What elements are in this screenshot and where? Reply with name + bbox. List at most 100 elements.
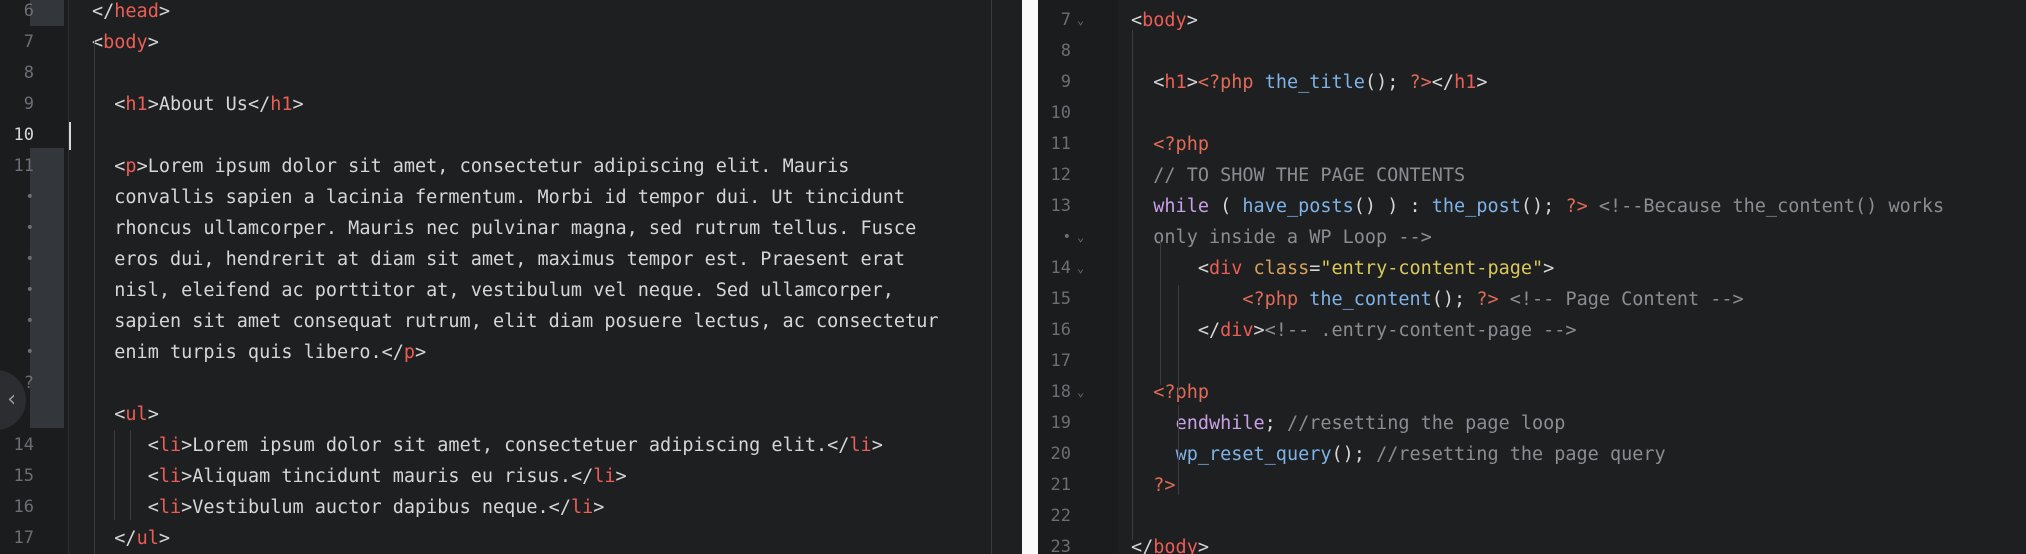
line-number: 7 [23, 32, 34, 52]
code-line[interactable]: 8 [1038, 36, 2026, 67]
wrap-marker: • [25, 313, 34, 329]
line-number: 16 [1050, 320, 1071, 340]
code-text: </head> [92, 1, 170, 22]
line-number: 16 [13, 497, 34, 517]
line-number: 14 [1050, 258, 1071, 278]
code-text: nisl, eleifend ac porttitor at, vestibul… [114, 280, 894, 301]
code-text: <body> [92, 32, 159, 53]
code-text: <h1>About Us</h1> [114, 94, 304, 115]
code-line[interactable]: 13 while ( have_posts() ) : the_post(); … [1038, 191, 2026, 222]
code-line[interactable]: 7 <body> [0, 27, 1022, 58]
code-text: </div><!-- .entry-content-page --> [1197, 320, 1577, 341]
line-number: 23 [1050, 537, 1071, 554]
code-text: enim turpis quis libero.</p> [114, 342, 427, 363]
code-line[interactable]: • eros dui, hendrerit at diam sit amet, … [0, 244, 1022, 275]
code-line[interactable]: 18 ⌄ <?php [1038, 377, 2026, 408]
indent-guide [94, 40, 95, 554]
code-text: sapien sit amet consequat rutrum, elit d… [114, 311, 939, 332]
indent-guide [1160, 240, 1161, 385]
code-line[interactable]: 17 [1038, 346, 2026, 377]
code-line[interactable]: <ul> [0, 399, 1022, 430]
fold-chevron-icon[interactable]: ⌄ [1077, 377, 1084, 408]
right-code-area[interactable]: 7 ⌄ <body> 8 9 <h1><?php the_title(); ?></h1… [1038, 0, 2026, 554]
code-text: rhoncus ullamcorper. Mauris nec pulvinar… [114, 218, 917, 239]
indent-guide [1178, 285, 1179, 395]
code-line[interactable]: 9 <h1><?php the_title(); ?></h1> [1038, 67, 2026, 98]
code-line[interactable]: 6 </head> [0, 0, 1022, 27]
code-line[interactable]: 7 ⌄ <body> [1038, 5, 2026, 36]
code-text: <h1><?php the_title(); ?></h1> [1153, 72, 1488, 93]
wrap-marker: • [1062, 229, 1071, 245]
code-text: <ul> [114, 404, 159, 425]
wrap-marker: • [25, 220, 34, 236]
wrap-marker: • [25, 344, 34, 360]
code-text: endwhile; //resetting the page loop [1175, 413, 1566, 434]
code-text: <div class="entry-content-page"> [1197, 258, 1555, 279]
code-line[interactable]: 11 <?php [1038, 129, 2026, 160]
code-line[interactable]: 10 [1038, 98, 2026, 129]
code-line[interactable]: 14 <li>Lorem ipsum dolor sit amet, conse… [0, 430, 1022, 461]
code-line[interactable]: • ⌄ only inside a WP Loop --> [1038, 222, 2026, 253]
code-line[interactable]: ? [0, 368, 1022, 399]
code-line[interactable]: 17 </ul> [0, 523, 1022, 554]
code-line[interactable]: 11 <p>Lorem ipsum dolor sit amet, consec… [0, 151, 1022, 182]
code-line[interactable]: 15 <?php the_content(); ?> <!-- Page Con… [1038, 284, 2026, 315]
line-number: 9 [1060, 72, 1071, 92]
left-editor-pane[interactable]: 6 </head> 7 <body> 8 9 <h1>About Us</h1> 10 11 … [0, 0, 1022, 554]
indent-guide [130, 430, 131, 520]
wrap-marker: • [25, 282, 34, 298]
line-number: 18 [1050, 382, 1071, 402]
code-text: while ( have_posts() ) : the_post(); ?> … [1153, 196, 1945, 217]
line-number: 8 [1060, 41, 1071, 61]
code-line[interactable]: 15 <li>Aliquam tincidunt mauris eu risus… [0, 461, 1022, 492]
code-text: <li>Aliquam tincidunt mauris eu risus.</… [147, 466, 627, 487]
line-number: 11 [1050, 134, 1071, 154]
line-number: 8 [23, 63, 34, 83]
code-line[interactable]: 14 ⌄ <div class="entry-content-page"> [1038, 253, 2026, 284]
line-number: 22 [1050, 506, 1071, 526]
code-line[interactable]: 16 </div><!-- .entry-content-page --> [1038, 315, 2026, 346]
code-text: eros dui, hendrerit at diam sit amet, ma… [114, 249, 906, 270]
code-text: <?php [1153, 382, 1209, 403]
right-editor-pane[interactable]: 7 ⌄ <body> 8 9 <h1><?php the_title(); ?></h1… [1038, 0, 2026, 554]
code-line[interactable]: • convallis sapien a lacinia fermentum. … [0, 182, 1022, 213]
code-line[interactable]: 20 wp_reset_query(); //resetting the pag… [1038, 439, 2026, 470]
code-line[interactable]: 9 <h1>About Us</h1> [0, 89, 1022, 120]
code-line[interactable]: 21 ?> [1038, 470, 2026, 501]
code-text: </body> [1131, 537, 1209, 554]
code-text: <p>Lorem ipsum dolor sit amet, consectet… [114, 156, 850, 177]
line-number: 6 [23, 1, 34, 21]
code-line[interactable]: 23 </body> [1038, 532, 2026, 554]
code-line[interactable]: 22 [1038, 501, 2026, 532]
wrap-marker: • [25, 251, 34, 267]
left-code-area[interactable]: 6 </head> 7 <body> 8 9 <h1>About Us</h1> 10 11 … [0, 0, 1022, 554]
fold-chevron-icon[interactable]: ⌄ [1077, 253, 1084, 284]
split-pane-divider[interactable] [1022, 0, 1038, 554]
code-line[interactable]: • rhoncus ullamcorper. Mauris nec pulvin… [0, 213, 1022, 244]
scrollbar-track[interactable] [991, 0, 992, 554]
code-text: <li>Vestibulum auctor dapibus neque.</li… [147, 497, 605, 518]
fold-chevron-icon[interactable]: ⌄ [1077, 222, 1084, 253]
line-number: 9 [23, 94, 34, 114]
line-number: 10 [13, 125, 34, 145]
line-number: 21 [1050, 475, 1071, 495]
line-number: 13 [1050, 196, 1071, 216]
code-line[interactable]: 12 // TO SHOW THE PAGE CONTENTS [1038, 160, 2026, 191]
code-line[interactable]: • nisl, eleifend ac porttitor at, vestib… [0, 275, 1022, 306]
code-text: only inside a WP Loop --> [1153, 227, 1432, 248]
code-text: convallis sapien a lacinia fermentum. Mo… [114, 187, 906, 208]
fold-chevron-icon[interactable]: ⌄ [1077, 5, 1084, 36]
code-line[interactable]: 19 endwhile; //resetting the page loop [1038, 408, 2026, 439]
indent-guide [1132, 30, 1133, 540]
code-line[interactable]: • sapien sit amet consequat rutrum, elit… [0, 306, 1022, 337]
wrap-marker: • [25, 189, 34, 205]
code-text: ?> [1153, 475, 1176, 496]
code-text: wp_reset_query(); //resetting the page q… [1175, 444, 1666, 465]
line-number: 20 [1050, 444, 1071, 464]
code-text: <?php the_content(); ?> <!-- Page Conten… [1242, 289, 1744, 310]
code-line[interactable]: • enim turpis quis libero.</p> [0, 337, 1022, 368]
code-line[interactable]: 8 [0, 58, 1022, 89]
code-line[interactable]: 10 [0, 120, 1022, 151]
code-line[interactable]: 16 <li>Vestibulum auctor dapibus neque.<… [0, 492, 1022, 523]
line-number: 11 [13, 156, 34, 176]
